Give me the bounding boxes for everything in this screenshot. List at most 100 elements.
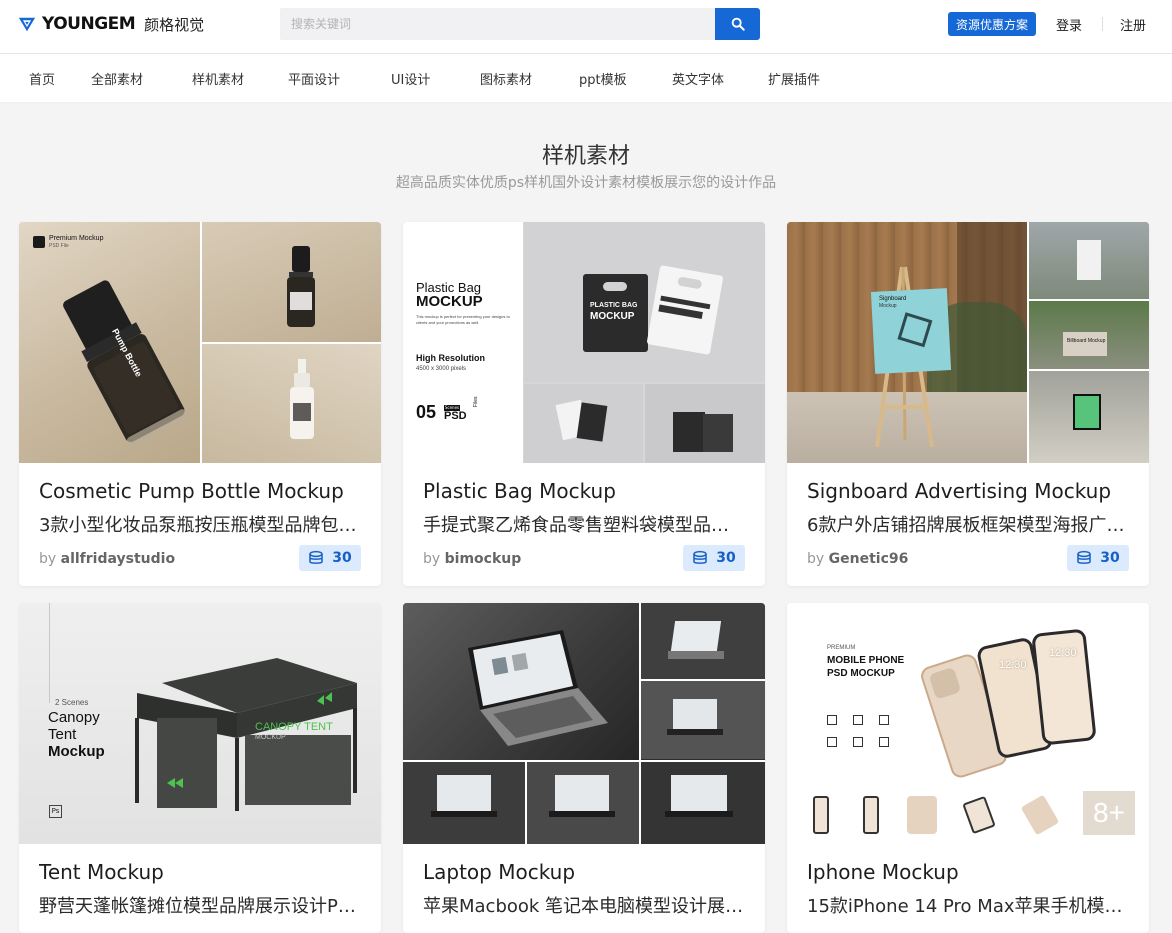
author-prefix: by (807, 551, 825, 567)
coin-count: 30 (332, 550, 352, 566)
nav-item-mockups[interactable]: 样机素材 (192, 69, 244, 88)
nav-item-home[interactable]: 首页 (29, 69, 55, 88)
nav-item-fonts[interactable]: 英文字体 (672, 69, 724, 88)
mockup-card-tent[interactable]: 2 Scenes Canopy Tent Mockup Ps CANOPY TE… (19, 603, 381, 933)
card-thumbnail[interactable] (403, 603, 765, 844)
card-description: 苹果Macbook 笔记本电脑模型设计展示PSD样机 (423, 896, 745, 917)
nav-item-plugins[interactable]: 扩展插件 (768, 69, 820, 88)
coin-badge: 30 (299, 545, 361, 571)
wall-label: Billboard Mockup (1067, 338, 1106, 344)
small-bottle-white (290, 359, 314, 439)
card-description: 手提式聚乙烯食品零售塑料袋模型品牌展示PSD样机 (423, 515, 745, 536)
author-prefix: by (423, 551, 441, 567)
thumb-res-title: High Resolution (416, 353, 485, 363)
phone-line1: MOBILE PHONE (827, 655, 905, 666)
card-author: by Genetic96 (807, 551, 908, 567)
nav-item-graphic[interactable]: 平面设计 (288, 69, 340, 88)
ps-icon: Ps (49, 805, 62, 818)
author-name[interactable]: Genetic96 (829, 551, 909, 567)
nav-item-ppt[interactable]: ppt模板 (579, 69, 627, 88)
card-thumbnail[interactable]: Premium Mockup PSD File Pump Bottle (19, 222, 381, 463)
logo[interactable]: YOUNGEM 颜格视觉 (18, 12, 204, 36)
coin-count: 30 (1100, 550, 1120, 566)
card-author: by bimockup (423, 551, 521, 567)
card-thumbnail[interactable]: Signboard Mockup Billboard Mockup (787, 222, 1149, 463)
phone-time2: 12:30 (1049, 647, 1077, 659)
page-subtitle: 超高品质实体优质ps样机国外设计素材模板展示您的设计作品 (395, 175, 777, 191)
mockup-card-cosmetic[interactable]: Premium Mockup PSD File Pump Bottle Cosm… (19, 222, 381, 586)
coin-badge: 30 (683, 545, 745, 571)
thumb-badge-line1: Premium Mockup (49, 235, 104, 242)
card-author: by allfridaystudio (39, 551, 175, 567)
canopy-tent-graphic (135, 658, 357, 811)
category-nav: 首页 全部素材 样机素材 平面设计 UI设计 图标素材 ppt模板 英文字体 扩… (0, 54, 1172, 102)
card-description: 野营天蓬帐篷摊位模型品牌展示设计PSD样机 (39, 896, 361, 917)
phone-premium: PREMIUM (827, 645, 856, 651)
card-title[interactable]: Plastic Bag Mockup (423, 479, 749, 503)
card-title[interactable]: Laptop Mockup (423, 860, 749, 884)
laptop-graphic (468, 630, 608, 746)
tent-print2: MOCKUP (255, 734, 286, 741)
small-bottle-dark (287, 246, 315, 327)
thumb-badge-line2: PSD File (49, 243, 69, 249)
thumb-scenes-psd: PSD (444, 410, 467, 422)
top-header: YOUNGEM 颜格视觉 资源优惠方案 登录 注册 (0, 0, 1172, 54)
thumb-heading2: MOCKUP (416, 293, 483, 310)
card-description: 6款户外店铺招牌展板框架模型海报广告设计PSD样机 (807, 515, 1129, 536)
plus-badge: 8+ (1083, 791, 1135, 835)
card-thumbnail[interactable]: 2 Scenes Canopy Tent Mockup Ps CANOPY TE… (19, 603, 381, 844)
card-title[interactable]: Signboard Advertising Mockup (807, 479, 1133, 503)
search-button[interactable] (715, 8, 760, 40)
coin-badge: 30 (1067, 545, 1129, 571)
card-description: 3款小型化妆品泵瓶按压瓶模型品牌包装设计PSD样机 (39, 515, 361, 536)
logo-mark-icon (18, 17, 36, 32)
author-name[interactable]: bimockup (445, 551, 522, 567)
thumb-scenes-files: Files (473, 396, 479, 407)
feature-icons (827, 715, 927, 755)
search-icon (731, 17, 745, 31)
mockup-card-signboard[interactable]: Signboard Mockup Billboard Mockup Signbo… (787, 222, 1149, 586)
tent-line3: Mockup (48, 743, 105, 760)
mockup-card-plastic-bag[interactable]: Plastic Bag MOCKUP This mockup is perfec… (403, 222, 765, 586)
tent-print1: CANOPY TENT (255, 721, 333, 733)
thumb-res-value: 4500 x 3000 pixels (416, 366, 467, 372)
coin-count: 30 (716, 550, 736, 566)
mockup-card-iphone[interactable]: PREMIUM MOBILE PHONE PSD MOCKUP 12:30 12… (787, 603, 1149, 933)
card-title[interactable]: Cosmetic Pump Bottle Mockup (39, 479, 365, 503)
card-title[interactable]: Tent Mockup (39, 860, 365, 884)
login-link[interactable]: 登录 (1056, 15, 1082, 34)
nav-item-all[interactable]: 全部素材 (91, 69, 143, 88)
ps-icon (33, 236, 45, 248)
search-bar (280, 8, 760, 40)
bag-text1: PLASTIC BAG (590, 302, 638, 309)
author-prefix: by (39, 551, 57, 567)
page-title: 样机素材 (541, 144, 630, 169)
plus-text: 8+ (1093, 797, 1125, 828)
thumb-scenes-num: 05 (416, 402, 437, 422)
tent-scenes: 2 Scenes (55, 698, 89, 707)
nav-item-ui[interactable]: UI设计 (391, 69, 430, 88)
brand-name-cn: 颜格视觉 (144, 15, 205, 34)
card-description: 15款iPhone 14 Pro Max苹果手机模型展示PSD样机 (807, 896, 1129, 917)
nav-item-icons[interactable]: 图标素材 (480, 69, 532, 88)
brand-name: YOUNGEM (42, 14, 136, 34)
tent-line2: Tent (48, 726, 77, 743)
tent-line1: Canopy (48, 709, 100, 726)
author-name[interactable]: allfridaystudio (61, 551, 175, 567)
promo-plan-button[interactable]: 资源优惠方案 (948, 12, 1036, 36)
card-thumbnail[interactable]: PREMIUM MOBILE PHONE PSD MOCKUP 12:30 12… (787, 603, 1149, 844)
card-title[interactable]: Iphone Mockup (807, 860, 1133, 884)
card-thumbnail[interactable]: Plastic Bag MOCKUP This mockup is perfec… (403, 222, 765, 463)
database-icon (309, 550, 323, 564)
thumb-blurb: This mockup is perfect for presenting yo… (416, 314, 510, 325)
sign-label1: Signboard (879, 296, 907, 302)
header-divider (1102, 17, 1103, 31)
register-link[interactable]: 注册 (1120, 15, 1146, 34)
search-input[interactable] (280, 8, 715, 40)
database-icon (1077, 550, 1091, 564)
database-icon (693, 550, 707, 564)
bag-white (646, 265, 724, 355)
mockup-card-laptop[interactable]: Laptop Mockup 苹果Macbook 笔记本电脑模型设计展示PSD样机 (403, 603, 765, 933)
sign-label2: Mockup (879, 303, 897, 309)
bag-text2: MOCKUP (590, 311, 635, 322)
